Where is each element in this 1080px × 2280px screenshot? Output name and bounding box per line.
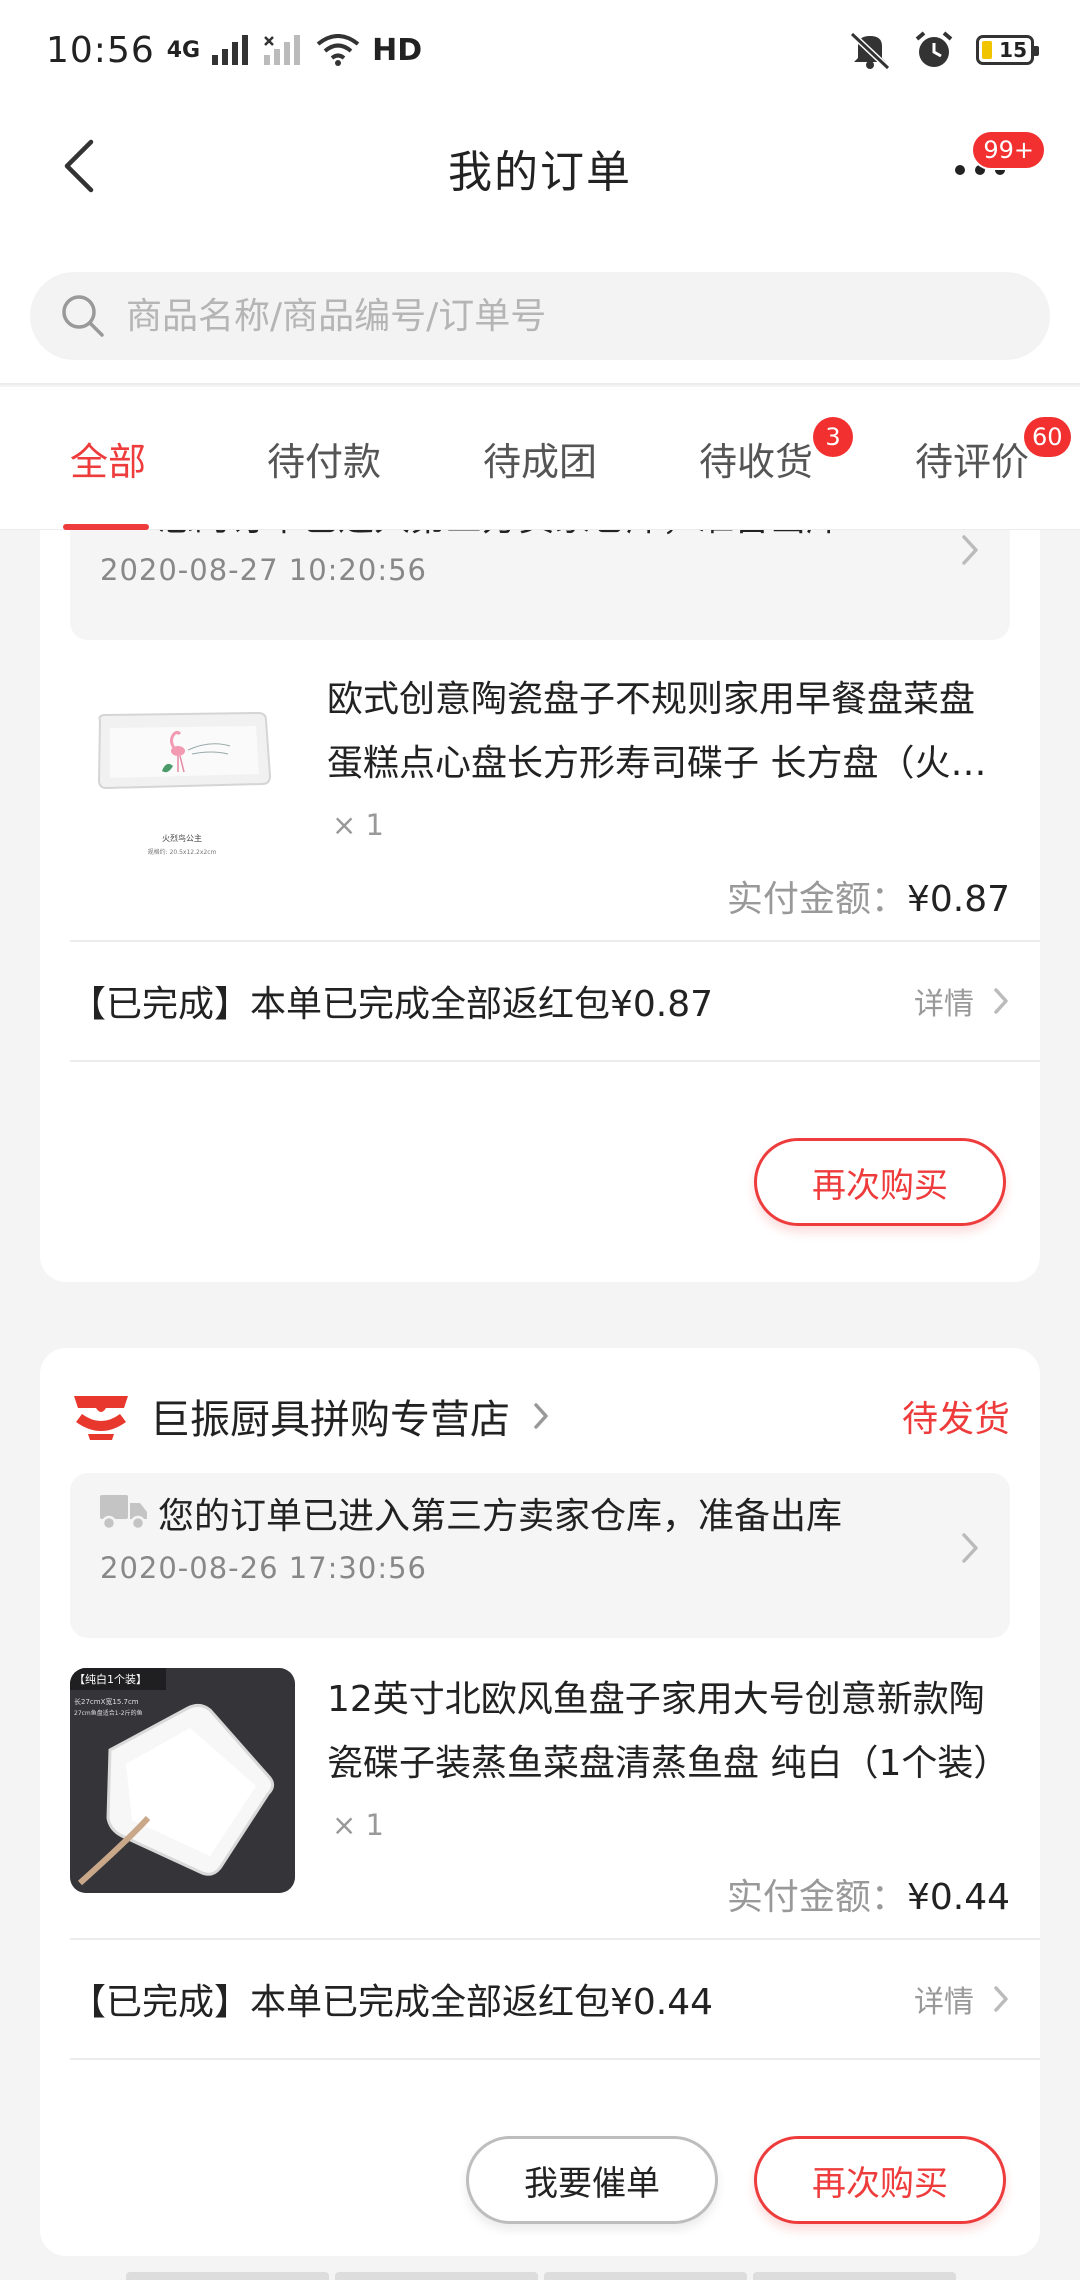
alarm-icon	[915, 31, 953, 67]
paid-amount: ¥0.44	[906, 1877, 1010, 1918]
detail-label: 详情	[914, 987, 974, 1022]
paid-label: 实付金额：	[726, 1877, 907, 1918]
rebuy-button[interactable]: 再次购买	[754, 2136, 1006, 2224]
truck-icon	[100, 1495, 147, 1531]
tab-badge: 3	[813, 417, 853, 457]
message-badge: 99+	[971, 130, 1046, 170]
detail-link[interactable]: 详情	[914, 979, 1010, 1023]
signal-off-icon	[264, 35, 301, 65]
tab-badge: 60	[1024, 417, 1071, 457]
order-status-row[interactable]: 【已完成】本单已完成全部返红包¥0.44 详情	[70, 1940, 1010, 2058]
product-name[interactable]: 12英寸北欧风鱼盘子家用大号创意新款陶瓷碟子装蒸鱼菜盘清蒸鱼盘 纯白（1个装）	[327, 1668, 1007, 1796]
peek-segment	[544, 2272, 747, 2280]
tab-label: 待成团	[482, 440, 597, 484]
detail-link[interactable]: 详情	[914, 1977, 1010, 2021]
shipping-text: 您的订单已进入第三方卖家仓库，准备出库	[158, 530, 842, 541]
search-area	[0, 235, 1080, 385]
chevron-right-icon	[994, 988, 1008, 1014]
back-arrow-icon	[64, 139, 94, 193]
search-icon	[62, 295, 104, 337]
rebuy-button[interactable]: 再次购买	[754, 1138, 1006, 1226]
order-card: 巨振厨具拼购专营店 待发货 您的订单已进入第三方卖家仓库，准备出库 2020-0…	[40, 1348, 1040, 2256]
product-image[interactable]: 火烈鸟公主 规格约: 20.5x12.2x2cm	[70, 668, 295, 893]
order-status-row[interactable]: 【已完成】本单已完成全部返红包¥0.87 详情	[70, 942, 1010, 1060]
divider	[70, 2058, 1040, 2060]
store-row[interactable]: 巨振厨具拼购专营店 待发货	[70, 1386, 1010, 1446]
tab-pending-receipt[interactable]: 待收货 3	[648, 387, 864, 530]
truck-icon	[103, 530, 144, 533]
shipping-time: 2020-08-27 10:20:56	[100, 553, 427, 587]
tab-all[interactable]: 全部	[0, 387, 216, 530]
shipping-time: 2020-08-26 17:30:56	[100, 1551, 427, 1585]
peek-segment	[126, 2272, 329, 2280]
status-bar: 10:56 4G HD 15	[0, 0, 1080, 100]
peek-segment	[335, 2272, 538, 2280]
shipping-status-box[interactable]: 您的订单已进入第三方卖家仓库，准备出库 2020-08-27 10:20:56	[70, 530, 1010, 640]
image-tag: 【纯白1个装】	[74, 1672, 147, 1686]
order-tabs: 全部 待付款 待成团 待收货 3 待评价 60	[0, 387, 1080, 530]
image-caption: 火烈鸟公主	[162, 833, 202, 843]
product-qty: × 1	[332, 1808, 384, 1842]
tab-label: 待评价	[914, 440, 1029, 484]
tab-label: 待付款	[266, 440, 381, 484]
paid-amount: ¥0.87	[906, 879, 1010, 920]
shipping-status-box[interactable]: 您的订单已进入第三方卖家仓库，准备出库 2020-08-26 17:30:56	[70, 1473, 1010, 1638]
product-photo-plate: 火烈鸟公主 规格约: 20.5x12.2x2cm	[70, 668, 295, 893]
divider	[70, 1060, 1040, 1062]
image-note: 长27cmX宽15.7cm	[74, 1697, 139, 1706]
image-subcaption: 规格约: 20.5x12.2x2cm	[148, 848, 217, 856]
page-title: 我的订单	[448, 146, 632, 198]
mute-icon	[849, 31, 891, 70]
store-logo-icon	[74, 1396, 128, 1440]
network-hd-label: HD	[372, 32, 423, 68]
product-photo-fish-plate: 【纯白1个装】 长27cmX宽15.7cm 27cm鱼盘适合1-2斤的鱼	[70, 1668, 295, 1893]
order-status-text: 【已完成】本单已完成全部返红包¥0.44	[70, 1982, 714, 2023]
search-box[interactable]	[30, 272, 1050, 360]
tab-pending-review[interactable]: 待评价 60	[864, 387, 1080, 530]
image-note-2: 27cm鱼盘适合1-2斤的鱼	[74, 1709, 143, 1717]
paid-amount-row: 实付金额：¥0.44	[727, 1868, 1010, 1920]
product-image[interactable]: 【纯白1个装】 长27cmX宽15.7cm 27cm鱼盘适合1-2斤的鱼	[70, 1668, 295, 1893]
order-list[interactable]: 您的订单已进入第三方卖家仓库，准备出库 2020-08-27 10:20:56 …	[0, 530, 1080, 2280]
tab-label: 全部	[69, 440, 146, 484]
store-name: 巨振厨具拼购专营店	[150, 1397, 510, 1443]
shipping-text: 您的订单已进入第三方卖家仓库，准备出库	[158, 1496, 843, 1537]
detail-label: 详情	[914, 1985, 974, 2020]
chevron-right-icon	[534, 1403, 548, 1429]
more-icon	[955, 165, 965, 175]
paid-label: 实付金额：	[726, 879, 907, 920]
battery-icon: 15	[976, 35, 1039, 65]
more-button[interactable]: 99+	[940, 130, 1046, 200]
order-card: 您的订单已进入第三方卖家仓库，准备出库 2020-08-27 10:20:56 …	[40, 530, 1040, 1282]
back-button[interactable]	[48, 136, 108, 196]
order-state-badge: 待发货	[901, 1399, 1010, 1440]
order-status-text: 【已完成】本单已完成全部返红包¥0.87	[70, 984, 714, 1025]
urge-order-button[interactable]: 我要催单	[466, 2136, 718, 2224]
wifi-icon	[316, 34, 360, 66]
product-name[interactable]: 欧式创意陶瓷盘子不规则家用早餐盘菜盘蛋糕点心盘长方形寿司碟子 长方盘（火烈鸟公主…	[327, 668, 1007, 796]
chevron-right-icon	[962, 1533, 978, 1563]
product-qty: × 1	[332, 808, 384, 842]
battery-level: 15	[999, 38, 1027, 62]
nav-header: 我的订单 99+	[0, 100, 1080, 235]
signal-icon	[212, 35, 249, 65]
chevron-right-icon	[962, 535, 978, 565]
tab-pending-group[interactable]: 待成团	[432, 387, 648, 530]
search-input[interactable]	[126, 295, 926, 337]
chevron-right-icon	[994, 1986, 1008, 2012]
status-time: 10:56	[46, 29, 155, 71]
network-4g-label: 4G	[166, 37, 201, 63]
tab-pending-payment[interactable]: 待付款	[216, 387, 432, 530]
next-card-peek	[126, 2272, 956, 2280]
peek-segment	[753, 2272, 956, 2280]
paid-amount-row: 实付金额：¥0.87	[727, 870, 1010, 922]
tab-label: 待收货	[698, 440, 813, 484]
